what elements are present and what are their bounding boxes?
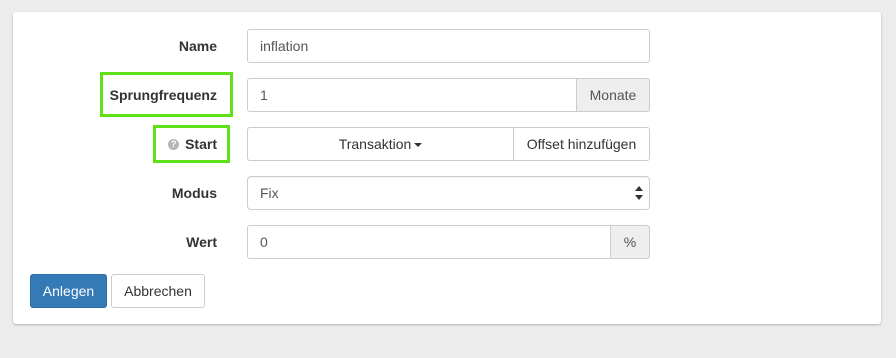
select-arrows-icon	[635, 186, 643, 200]
start-input-group: Transaktion Offset hinzufügen	[247, 127, 650, 161]
name-input[interactable]: inflation	[247, 29, 650, 63]
modus-selected-value: Fix	[260, 185, 279, 201]
modus-label: Modus	[171, 185, 217, 201]
question-circle-icon[interactable]: ?	[168, 138, 180, 150]
wert-input-value: 0	[260, 234, 268, 250]
name-label: Name	[178, 38, 217, 54]
offset-hinzufuegen-button[interactable]: Offset hinzufügen	[513, 127, 650, 161]
sprungfrequenz-label: Sprungfrequenz	[109, 87, 217, 103]
monate-addon: Monate	[576, 78, 650, 112]
name-input-value: inflation	[260, 38, 309, 54]
caret-down-icon	[414, 143, 423, 148]
offset-hinzufuegen-label: Offset hinzufügen	[526, 136, 637, 152]
sprungfrequenz-input-value: 1	[260, 87, 268, 103]
percent-addon: %	[610, 225, 650, 259]
transaktion-dropdown-label: Transaktion	[338, 136, 412, 152]
form-panel: Name inflation Sprungfrequenz 1 Monate ?…	[13, 12, 881, 324]
wert-input[interactable]: 0 %	[247, 225, 650, 259]
transaktion-dropdown[interactable]: Transaktion	[247, 127, 514, 161]
sprungfrequenz-input[interactable]: 1 Monate	[247, 78, 650, 112]
abbrechen-button[interactable]: Abbrechen	[111, 274, 205, 308]
start-label-group: ? Start	[168, 136, 217, 152]
start-label: Start	[185, 136, 217, 152]
modus-select[interactable]: Fix	[247, 176, 650, 210]
anlegen-button[interactable]: Anlegen	[30, 274, 107, 308]
wert-label: Wert	[186, 234, 217, 250]
